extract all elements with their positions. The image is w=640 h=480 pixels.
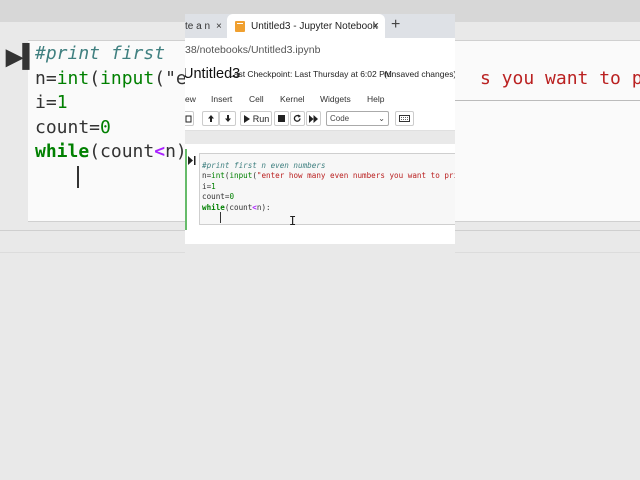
- arrow-down-icon: [224, 115, 231, 122]
- new-tab-button[interactable]: +: [391, 16, 400, 34]
- restart-run-all-button[interactable]: [306, 111, 321, 126]
- arrow-up-icon: [207, 115, 214, 122]
- tab-title: Untitled3 - Jupyter Notebook: [251, 20, 378, 32]
- code-cell[interactable]: #print first n even numbers n=int(input(…: [185, 149, 455, 230]
- menu-kernel[interactable]: Kernel: [280, 94, 305, 104]
- menu-widgets[interactable]: Widgets: [320, 94, 351, 104]
- tab-previous[interactable]: te a n ×: [185, 14, 223, 38]
- code-editor[interactable]: #print first n even numbers n=int(input(…: [199, 153, 455, 228]
- code-text: #print first n even numbers n=int(input(…: [202, 161, 455, 213]
- background-caret: [77, 166, 79, 188]
- move-down-button[interactable]: [219, 111, 236, 126]
- save-status: (unsaved changes): [384, 69, 455, 79]
- background-divider: [455, 100, 640, 101]
- restart-kernel-button[interactable]: [290, 111, 305, 126]
- keyboard-icon: [399, 115, 410, 122]
- menu-insert[interactable]: Insert: [211, 94, 232, 104]
- cell-type-value: Code: [330, 114, 350, 123]
- empty-notebook-space: [185, 244, 455, 464]
- menu-help[interactable]: Help: [367, 94, 384, 104]
- stop-icon: [278, 115, 285, 122]
- tab-previous-title: te a n: [185, 20, 211, 32]
- browser-window: te a n × Untitled3 - Jupyter Notebook × …: [185, 14, 455, 464]
- close-icon[interactable]: ×: [216, 21, 222, 32]
- mouse-ibeam-cursor: I: [289, 214, 297, 228]
- code-line-5: while(count<n):: [202, 202, 271, 212]
- notebook-toolbar: Run Code ⌄: [185, 109, 455, 131]
- play-icon: [243, 114, 250, 123]
- close-icon[interactable]: ×: [373, 20, 379, 32]
- paste-button[interactable]: [185, 111, 194, 126]
- code-line-3: i=1: [202, 181, 216, 191]
- code-line-4: count=0: [202, 192, 235, 202]
- menu-cell[interactable]: Cell: [249, 94, 264, 104]
- clipboard-icon: [185, 115, 192, 122]
- toolbar-separator: [185, 131, 455, 144]
- chevron-down-icon: ⌄: [378, 114, 385, 123]
- cell-type-select[interactable]: Code ⌄: [326, 111, 389, 126]
- url-text: 38/notebooks/Untitled3.ipynb: [185, 44, 321, 56]
- notebook-area: #print first n even numbers n=int(input(…: [185, 144, 455, 244]
- run-label: Run: [252, 113, 270, 124]
- checkpoint-status: Last Checkpoint: Last Thursday at 6:02 P…: [229, 69, 392, 79]
- fast-forward-icon: [309, 114, 318, 123]
- background-code-fragment: s you want to pri: [480, 68, 640, 89]
- code-line-2: n=int(input("enter how many even numbers…: [202, 171, 455, 181]
- tab-jupyter-notebook[interactable]: Untitled3 - Jupyter Notebook ×: [227, 14, 385, 38]
- restart-icon: [293, 114, 301, 122]
- tab-bar: te a n × Untitled3 - Jupyter Notebook × …: [185, 14, 455, 38]
- text-caret: [220, 212, 221, 223]
- run-cell-icon[interactable]: [188, 156, 196, 165]
- background-code: #print first n=int(input("e i=1 count=0 …: [35, 43, 187, 162]
- code-line-1: #print first n even numbers: [202, 161, 326, 170]
- menu-bar: ew Insert Cell Kernel Widgets Help: [185, 92, 455, 108]
- jupyter-book-icon: [235, 20, 245, 32]
- run-button[interactable]: Run: [240, 111, 272, 126]
- address-bar[interactable]: 38/notebooks/Untitled3.ipynb: [185, 38, 455, 64]
- interrupt-kernel-button[interactable]: [274, 111, 289, 126]
- move-up-button[interactable]: [202, 111, 219, 126]
- menu-view[interactable]: ew: [185, 94, 196, 104]
- command-palette-button[interactable]: [395, 111, 414, 126]
